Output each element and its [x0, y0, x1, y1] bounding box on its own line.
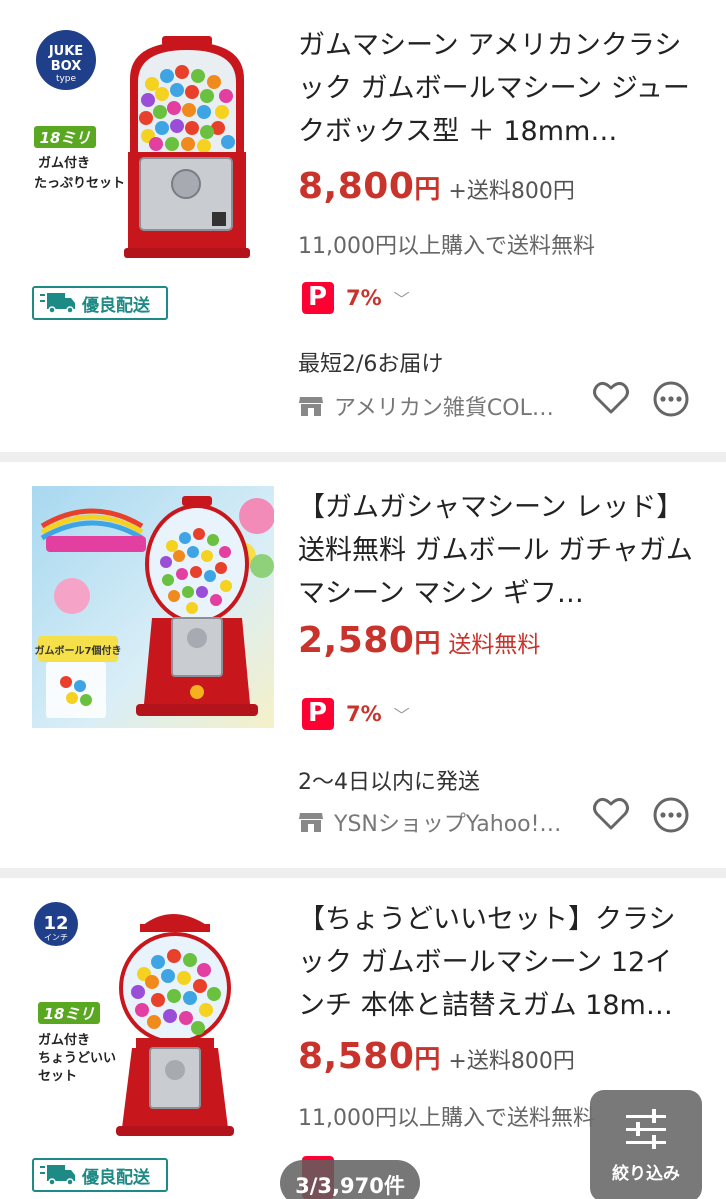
free-shipping-label: 送料無料 [448, 632, 541, 658]
filter-label: 絞り込み [612, 1163, 680, 1184]
svg-text:JUKE: JUKE [48, 44, 83, 59]
excellent-delivery-badge: 優良配送 [32, 1158, 168, 1192]
truck-icon [40, 1165, 75, 1186]
svg-text:type: type [56, 74, 77, 84]
badge-label: 優良配送 [82, 1167, 150, 1188]
store-icon [299, 397, 323, 416]
paypay-rebate[interactable]: P 7% ﹀ [302, 282, 410, 314]
svg-text:ガムボール7個付き: ガムボール7個付き [35, 644, 122, 657]
delivery-date: 最短2/6お届け [298, 352, 444, 377]
store-name: アメリカン雑貨COL… [334, 396, 554, 421]
product-image-gumball-gacha[interactable]: ガムボール7個付き [32, 486, 274, 728]
shipping-fee: +送料800円 [448, 179, 575, 204]
svg-text:12: 12 [43, 913, 68, 934]
price: 2,580 [298, 620, 415, 661]
svg-text:18ミリ: 18ミリ [40, 129, 91, 147]
product-title[interactable]: 【ちょうどいいセット】クラシック ガムボールマシーン 12インチ 本体と詰替えガ… [298, 898, 698, 1027]
paypay-icon: P [302, 698, 334, 730]
paypay-rebate[interactable]: P 7% ﹀ [302, 698, 410, 730]
chevron-down-icon: ﹀ [393, 290, 410, 309]
svg-text:たっぷりセット: たっぷりセット [34, 176, 125, 191]
price-yen: 円 [414, 175, 441, 205]
paypay-icon: P [302, 282, 334, 314]
product-image-jukebox-gumball[interactable]: JUKE BOX type 18ミリ ガム付き たっぷりセット [32, 24, 274, 266]
free-shipping-note: 11,000円以上購入で送料無料 [298, 1106, 595, 1131]
shipping-fee: +送料800円 [448, 1049, 575, 1074]
product-title[interactable]: ガムマシーン アメリカンクラシック ガムボールマシーン ジュークボックス型 ＋ … [298, 24, 698, 153]
favorite-heart-icon[interactable] [592, 796, 630, 832]
filter-sliders-icon [626, 1108, 666, 1149]
svg-text:18ミリ: 18ミリ [44, 1005, 95, 1023]
price-row: 8,800 円 +送料800円 [298, 166, 575, 207]
price: 8,580 [298, 1036, 415, 1077]
chevron-down-icon: ﹀ [393, 706, 410, 725]
store-icon [299, 813, 323, 832]
free-shipping-note: 11,000円以上購入で送料無料 [298, 234, 595, 259]
filter-button[interactable]: 絞り込み [590, 1090, 702, 1199]
paypay-rate: 7% [346, 702, 382, 726]
more-options-icon[interactable] [652, 796, 690, 834]
store-name: YSNショップYahoo!… [334, 812, 562, 837]
price-row: 2,580 円 送料無料 [298, 620, 540, 661]
shipping-time: 2〜4日以内に発送 [298, 770, 480, 795]
store-link[interactable]: YSNショップYahoo!… [298, 806, 561, 838]
truck-icon [40, 293, 75, 314]
svg-text:ちょうどいい: ちょうどいい [38, 1051, 116, 1066]
paypay-rate: 7% [346, 286, 382, 310]
svg-text:BOX: BOX [51, 59, 82, 74]
price-yen: 円 [414, 629, 441, 659]
price-row: 8,580 円 +送料800円 [298, 1036, 575, 1077]
svg-text:ガム付き: ガム付き [38, 155, 90, 171]
product-card-1[interactable]: JUKE BOX type 18ミリ ガム付き たっぷりセット 優良配送 ガムマ… [0, 0, 726, 452]
excellent-delivery-badge: 優良配送 [32, 286, 168, 320]
favorite-heart-icon[interactable] [592, 380, 630, 416]
product-title[interactable]: 【ガムガシャマシーン レッド】送料無料 ガムボール ガチャガム マシーン マシン… [298, 486, 698, 615]
svg-text:セット: セット [38, 1069, 77, 1084]
store-link[interactable]: アメリカン雑貨COL… [298, 390, 554, 422]
price-yen: 円 [414, 1045, 441, 1075]
more-options-icon[interactable] [652, 380, 690, 418]
divider [0, 452, 726, 462]
divider [0, 868, 726, 878]
price: 8,800 [298, 166, 415, 207]
product-image-classic-gumball[interactable]: 12 インチ 18ミリ ガム付き ちょうどいい セット [32, 898, 274, 1140]
result-count-pill: 3/3,970件 [280, 1160, 420, 1199]
svg-text:ガム付き: ガム付き [38, 1032, 90, 1048]
badge-label: 優良配送 [82, 295, 150, 316]
product-card-2[interactable]: ガムボール7個付き 【ガムガシャマシーン レッド】送料無料 ガムボール ガチャガ… [0, 462, 726, 868]
svg-text:インチ: インチ [44, 933, 68, 942]
